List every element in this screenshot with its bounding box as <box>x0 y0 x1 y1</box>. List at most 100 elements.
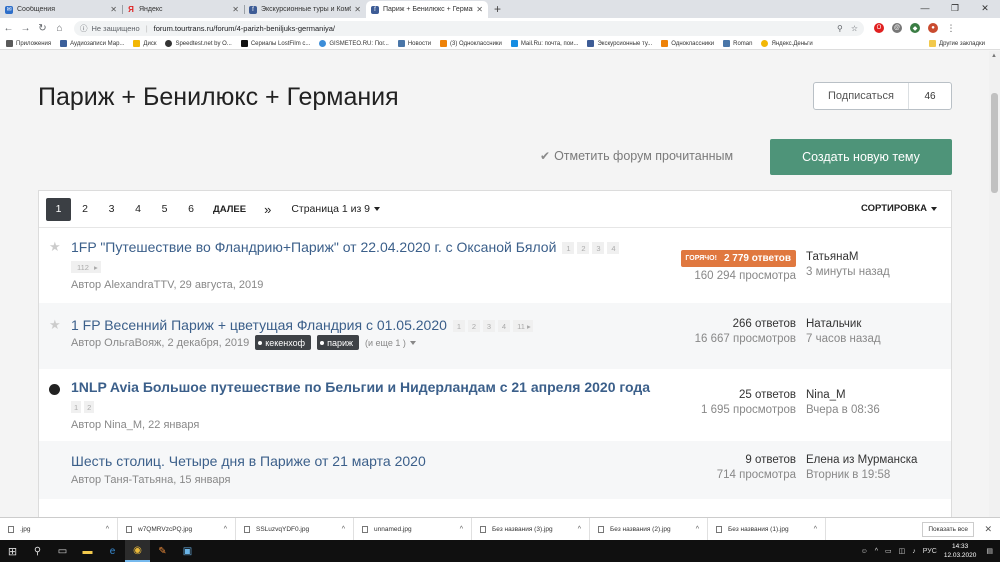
chevron-up-icon[interactable]: ^ <box>460 526 463 533</box>
topic-page-link[interactable]: 2 <box>84 401 95 413</box>
battery-icon[interactable]: ▭ <box>885 547 892 555</box>
page-link-3[interactable]: 3 <box>99 198 124 221</box>
download-item[interactable]: Без названия (3).jpg ^ <box>472 517 590 541</box>
close-icon[interactable]: ✕ <box>232 5 239 14</box>
last-page-link[interactable]: » <box>264 202 271 217</box>
volume-icon[interactable]: ♪ <box>912 548 916 555</box>
download-item[interactable]: SSLuzvqYDF0.jpg ^ <box>236 517 354 541</box>
last-post-time[interactable]: 3 минуты назад <box>806 266 890 278</box>
people-icon[interactable]: ☺ <box>861 548 868 555</box>
profile-avatar[interactable]: ● <box>928 23 938 33</box>
task-view-icon[interactable]: ▭ <box>50 540 75 562</box>
bookmark-star-icon[interactable]: ☆ <box>851 24 858 33</box>
bookmark-item[interactable]: Сериалы LostFilm c... <box>240 40 310 47</box>
topic-last-page-link[interactable]: 11 ▸ <box>512 320 533 333</box>
paint-icon[interactable]: ✎ <box>150 540 175 562</box>
page-link-1[interactable]: 1 <box>46 197 71 221</box>
bookmark-item[interactable]: Диск <box>133 40 156 47</box>
home-icon[interactable]: ⌂ <box>51 23 68 34</box>
close-icon[interactable]: ✕ <box>110 5 117 14</box>
topic-page-link[interactable]: 3 <box>482 320 495 333</box>
forward-arrow-icon[interactable]: → <box>17 23 34 34</box>
download-item[interactable]: unnamed.jpg ^ <box>354 517 472 541</box>
topic-page-link[interactable]: 2 <box>577 242 590 255</box>
topic-page-link[interactable]: 4 <box>607 242 620 255</box>
topic-page-link[interactable]: 3 <box>592 242 605 255</box>
last-post-time[interactable]: 7 часов назад <box>806 333 881 345</box>
extension-icon[interactable]: ◆ <box>910 23 920 33</box>
bookmark-item[interactable]: Экскурсионные ту... <box>587 40 652 47</box>
page-link-6[interactable]: 6 <box>179 198 204 221</box>
info-icon[interactable]: ⓘ <box>80 23 88 34</box>
page-link-2[interactable]: 2 <box>73 198 98 221</box>
browser-tab-tours[interactable]: f Экскурсионные туры и Комби ✕ <box>244 1 366 18</box>
next-page-link[interactable]: ДАЛЕЕ <box>213 204 246 215</box>
search-icon[interactable]: ⚲ <box>25 540 50 562</box>
scroll-up-arrow-icon[interactable]: ▲ <box>991 53 997 59</box>
topic-title-link[interactable]: Шесть столиц. Четыре дня в Париже от 21 … <box>71 453 426 469</box>
topic-title-link[interactable]: 1 FP Весенний Париж + цветущая Фландрия … <box>71 317 533 333</box>
browser-tab-yandex[interactable]: Я Яндекс ✕ <box>122 1 244 18</box>
topic-last-page-link[interactable]: 112 ▸ <box>71 261 101 273</box>
chevron-up-icon[interactable]: ^ <box>106 526 109 533</box>
chrome-icon[interactable]: ◉ <box>125 540 150 562</box>
windows-start-icon[interactable]: ⊞ <box>0 540 25 562</box>
file-explorer-icon[interactable]: ▬ <box>75 540 100 562</box>
show-all-downloads-button[interactable]: Показать все <box>922 522 974 537</box>
more-tags-dropdown[interactable]: (и еще 1 ) <box>365 338 416 348</box>
edge-icon[interactable]: e <box>100 540 125 562</box>
last-post-author[interactable]: Натальчик <box>806 318 881 330</box>
page-link-4[interactable]: 4 <box>126 198 151 221</box>
download-item[interactable]: Без названия (2).jpg ^ <box>590 517 708 541</box>
last-post-author[interactable]: ТатьянаМ <box>806 251 890 263</box>
topic-title-link[interactable]: 1NLP Avia Большое путешествие по Бельгии… <box>71 379 650 395</box>
star-icon[interactable]: ★ <box>49 239 61 255</box>
bookmark-item[interactable]: Mail.Ru: почта, пои... <box>510 40 578 47</box>
window-close-button[interactable]: ✕ <box>970 0 1000 16</box>
bookmark-apps[interactable]: Приложения <box>6 40 51 47</box>
star-icon[interactable]: ★ <box>49 317 61 333</box>
topic-page-link[interactable]: 2 <box>467 320 480 333</box>
last-post-author[interactable]: Елена из Мурманска <box>806 454 917 466</box>
bookmark-item[interactable]: Новости <box>397 40 431 47</box>
tag-kekenhof[interactable]: кекенхоф <box>255 335 312 350</box>
photos-icon[interactable]: ▣ <box>175 540 200 562</box>
other-bookmarks[interactable]: Другие закладки <box>929 40 985 47</box>
language-indicator[interactable]: РУС <box>923 548 937 555</box>
back-arrow-icon[interactable]: ← <box>0 23 17 34</box>
page-link-5[interactable]: 5 <box>152 198 177 221</box>
download-item[interactable]: .jpg ^ <box>0 517 118 541</box>
bookmark-item[interactable]: Одноклассники <box>661 40 714 47</box>
bookmark-item[interactable]: Roman <box>723 40 752 47</box>
reload-icon[interactable]: ↻ <box>34 23 51 34</box>
minimize-button[interactable]: — <box>910 0 940 16</box>
maximize-button[interactable]: ❐ <box>940 0 970 16</box>
notifications-icon[interactable]: ▤ <box>986 547 993 555</box>
url-text[interactable]: forum.tourtrans.ru/forum/4-parizh-benilj… <box>154 24 829 33</box>
follow-button[interactable]: Подписаться 46 <box>813 82 952 110</box>
topic-title-link[interactable]: 1FP "Путешествие во Фландрию+Париж" от 2… <box>71 239 620 255</box>
close-icon[interactable]: ✕ <box>354 5 361 14</box>
tag-paris[interactable]: париж <box>317 335 360 350</box>
bookmark-item[interactable]: Яндекс.Деньги <box>761 40 813 47</box>
chevron-up-icon[interactable]: ^ <box>578 526 581 533</box>
page-scrollbar[interactable]: ▲ <box>989 51 1000 517</box>
last-post-time[interactable]: Вторник в 19:58 <box>806 469 917 481</box>
chevron-up-icon[interactable]: ^ <box>224 526 227 533</box>
network-icon[interactable]: ◫ <box>899 547 906 555</box>
scrollbar-thumb[interactable] <box>991 93 998 193</box>
create-topic-button[interactable]: Создать новую тему <box>770 139 952 175</box>
page-jump-dropdown[interactable]: Страница 1 из 9 <box>291 203 381 215</box>
close-icon[interactable]: ✕ <box>476 5 483 14</box>
opera-extension-icon[interactable]: O <box>874 23 884 33</box>
chevron-up-icon[interactable]: ^ <box>875 548 878 555</box>
bookmark-item[interactable]: GISMETEO.RU: Пог... <box>319 40 389 47</box>
bookmark-item[interactable]: Speedtest.net by O... <box>165 40 232 47</box>
topic-page-link[interactable]: 1 <box>71 401 82 413</box>
menu-icon[interactable]: ⋮ <box>946 23 956 33</box>
search-icon[interactable]: ⚲ <box>837 24 843 33</box>
download-item[interactable]: Без названия (1).jpg ^ <box>708 517 826 541</box>
topic-page-link[interactable]: 1 <box>452 320 465 333</box>
mark-read-link[interactable]: ✔ Отметить форум прочитанным <box>540 149 733 163</box>
chevron-up-icon[interactable]: ^ <box>814 526 817 533</box>
